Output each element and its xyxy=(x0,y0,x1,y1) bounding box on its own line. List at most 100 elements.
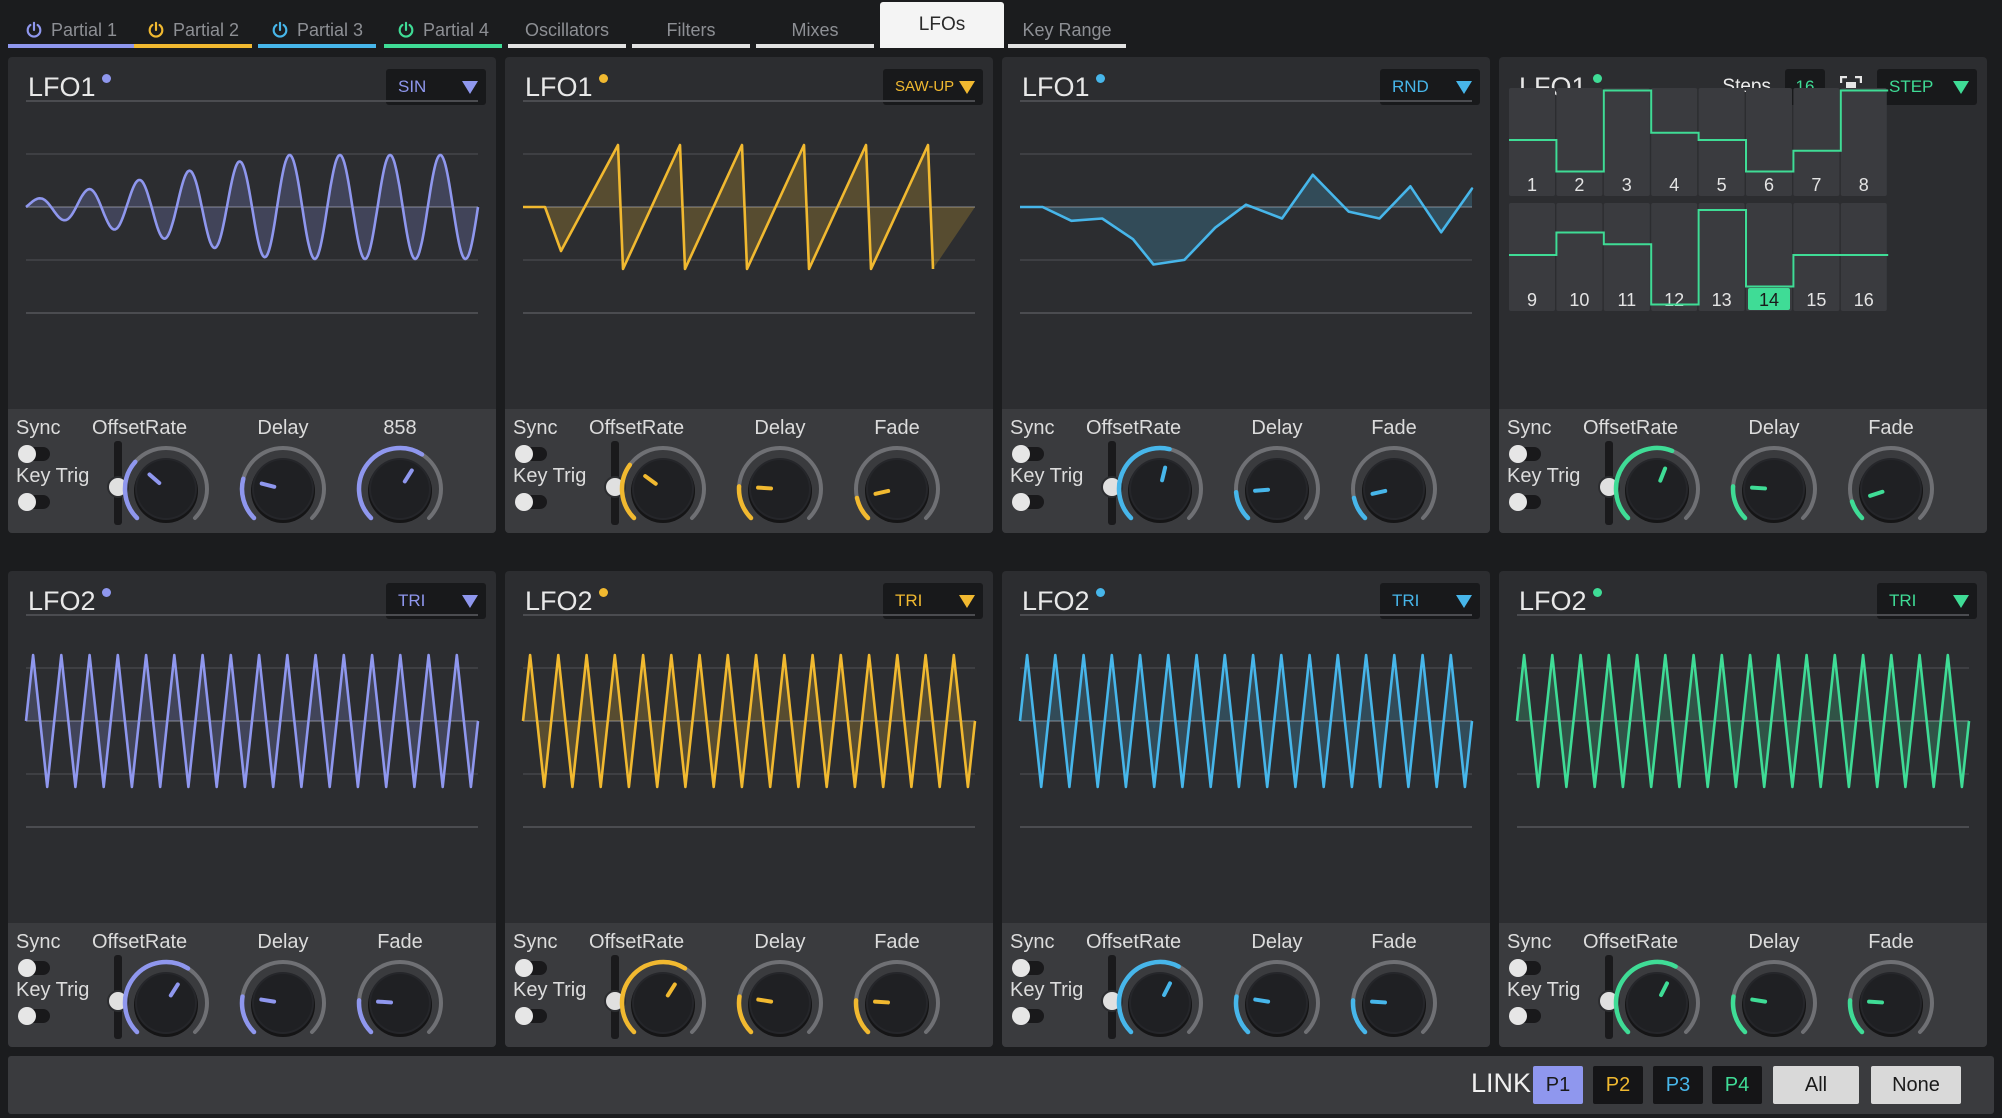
key-trig-toggle[interactable] xyxy=(18,1007,50,1025)
fade-knob[interactable] xyxy=(1841,951,1941,1045)
power-icon[interactable] xyxy=(25,21,43,39)
tab-partial-3[interactable]: Partial 3 xyxy=(258,12,376,48)
power-icon[interactable] xyxy=(271,21,289,39)
key-trig-toggle[interactable] xyxy=(515,1007,547,1025)
tab-underline xyxy=(756,44,874,48)
delay-knob[interactable] xyxy=(730,951,830,1045)
power-icon[interactable] xyxy=(397,21,415,39)
step-number-label: 6 xyxy=(1764,175,1774,195)
tab-label: Mixes xyxy=(791,19,839,40)
tab-label: Oscillators xyxy=(524,19,609,40)
link-p1-button[interactable]: P1 xyxy=(1533,1066,1583,1104)
step-number-label: 9 xyxy=(1527,290,1537,310)
lfo-waveform xyxy=(1020,100,1474,314)
sync-toggle[interactable] xyxy=(18,445,50,463)
key-trig-label: Key Trig xyxy=(513,979,587,1001)
delay-knob[interactable] xyxy=(1227,437,1327,531)
fade-knob[interactable] xyxy=(350,437,450,531)
sync-label: Sync xyxy=(1507,417,1552,439)
link-all-button[interactable]: All xyxy=(1773,1066,1859,1104)
tab-label: LFOs xyxy=(918,14,966,35)
tab-label: Filters xyxy=(666,19,716,40)
lfo-waveform xyxy=(1018,614,1474,828)
key-trig-label: Key Trig xyxy=(16,465,90,487)
key-trig-toggle[interactable] xyxy=(1012,493,1044,511)
rate-knob[interactable] xyxy=(613,951,713,1045)
tab-lfos[interactable]: LFOs xyxy=(880,2,1004,48)
delay-knob[interactable] xyxy=(1724,951,1824,1045)
tab-oscillators[interactable]: Oscillators xyxy=(508,12,626,48)
step-number-label: 10 xyxy=(1569,290,1589,310)
rate-knob[interactable] xyxy=(116,437,216,531)
link-p2-button[interactable]: P2 xyxy=(1593,1066,1643,1104)
key-trig-label: Key Trig xyxy=(1507,465,1581,487)
rate-knob[interactable] xyxy=(613,437,713,531)
lfo1-panel-partial-1: LFO1 SIN Sync Key Trig Offset Rate Delay 858 xyxy=(8,57,496,533)
tab-underline xyxy=(384,44,502,48)
tab-mixes[interactable]: Mixes xyxy=(756,12,874,48)
sync-toggle[interactable] xyxy=(18,959,50,977)
power-icon[interactable] xyxy=(147,21,165,39)
fade-knob[interactable] xyxy=(1344,437,1444,531)
sync-toggle[interactable] xyxy=(1509,445,1541,463)
sync-label: Sync xyxy=(513,417,558,439)
fade-knob[interactable] xyxy=(1841,437,1941,531)
lfo-controls: Sync Key Trig Offset Rate Delay Fade xyxy=(1499,923,1987,1047)
key-trig-toggle[interactable] xyxy=(1509,1007,1541,1025)
link-none-button[interactable]: None xyxy=(1871,1066,1961,1104)
tab-underline xyxy=(1008,44,1126,48)
lfo-controls: Sync Key Trig Offset Rate Delay Fade xyxy=(1002,409,1490,533)
key-trig-toggle[interactable] xyxy=(515,493,547,511)
lfo-controls: Sync Key Trig Offset Rate Delay 858 xyxy=(8,409,496,533)
sync-toggle[interactable] xyxy=(1012,959,1044,977)
link-p3-button[interactable]: P3 xyxy=(1653,1066,1703,1104)
link-p4-button[interactable]: P4 xyxy=(1712,1066,1762,1104)
key-trig-label: Key Trig xyxy=(1507,979,1581,1001)
step-number-label: 7 xyxy=(1811,175,1821,195)
fade-knob[interactable] xyxy=(847,437,947,531)
tab-bar: Partial 1 Partial 2 Partial 3 Partial 4 Osci… xyxy=(0,0,2002,52)
sync-label: Sync xyxy=(1507,931,1552,953)
tab-key-range[interactable]: Key Range xyxy=(1008,12,1126,48)
delay-knob[interactable] xyxy=(233,437,333,531)
rate-knob[interactable] xyxy=(1110,951,1210,1045)
lfo-waveform xyxy=(25,100,480,314)
lfo-waveform xyxy=(521,614,977,828)
key-trig-label: Key Trig xyxy=(16,979,90,1001)
rate-knob[interactable] xyxy=(116,951,216,1045)
lfo1-panel-partial-4: LFO1 Steps 16 STEP 1 2 3 4 5 6 7 8 9 10 11 12 13 14 15 16 Sy… xyxy=(1499,57,1987,533)
delay-knob[interactable] xyxy=(1227,951,1327,1045)
sync-toggle[interactable] xyxy=(515,959,547,977)
rate-knob[interactable] xyxy=(1607,951,1707,1045)
rate-knob[interactable] xyxy=(1607,437,1707,531)
delay-knob[interactable] xyxy=(233,951,333,1045)
lfo-controls: Sync Key Trig Offset Rate Delay Fade xyxy=(505,923,993,1047)
step-number-label: 16 xyxy=(1854,290,1874,310)
step-number-label: 5 xyxy=(1717,175,1727,195)
key-trig-toggle[interactable] xyxy=(18,493,50,511)
step-number-label: 3 xyxy=(1622,175,1632,195)
link-label: LINK xyxy=(1471,1068,1532,1098)
sync-toggle[interactable] xyxy=(515,445,547,463)
step-sequencer-grid[interactable]: 1 2 3 4 5 6 7 89 10 11 12 13 14 15 16 xyxy=(1499,57,1987,409)
fade-knob[interactable] xyxy=(350,951,450,1045)
rate-knob[interactable] xyxy=(1110,437,1210,531)
tab-underline xyxy=(632,44,750,48)
sync-toggle[interactable] xyxy=(1012,445,1044,463)
tab-filters[interactable]: Filters xyxy=(632,12,750,48)
tab-label: Partial 3 xyxy=(296,19,364,40)
tab-partial-1[interactable]: Partial 1 xyxy=(8,12,134,48)
lfo-controls: Sync Key Trig Offset Rate Delay Fade xyxy=(8,923,496,1047)
key-trig-toggle[interactable] xyxy=(1509,493,1541,511)
key-trig-label: Key Trig xyxy=(1010,979,1084,1001)
lfo2-panel-partial-1: LFO2 TRI Sync Key Trig Offset Rate Delay Fade xyxy=(8,571,496,1047)
key-trig-toggle[interactable] xyxy=(1012,1007,1044,1025)
tab-partial-4[interactable]: Partial 4 xyxy=(384,12,502,48)
delay-knob[interactable] xyxy=(1724,437,1824,531)
tab-partial-2[interactable]: Partial 2 xyxy=(134,12,252,48)
lfo-waveform xyxy=(523,100,975,314)
fade-knob[interactable] xyxy=(847,951,947,1045)
sync-toggle[interactable] xyxy=(1509,959,1541,977)
fade-knob[interactable] xyxy=(1344,951,1444,1045)
delay-knob[interactable] xyxy=(730,437,830,531)
